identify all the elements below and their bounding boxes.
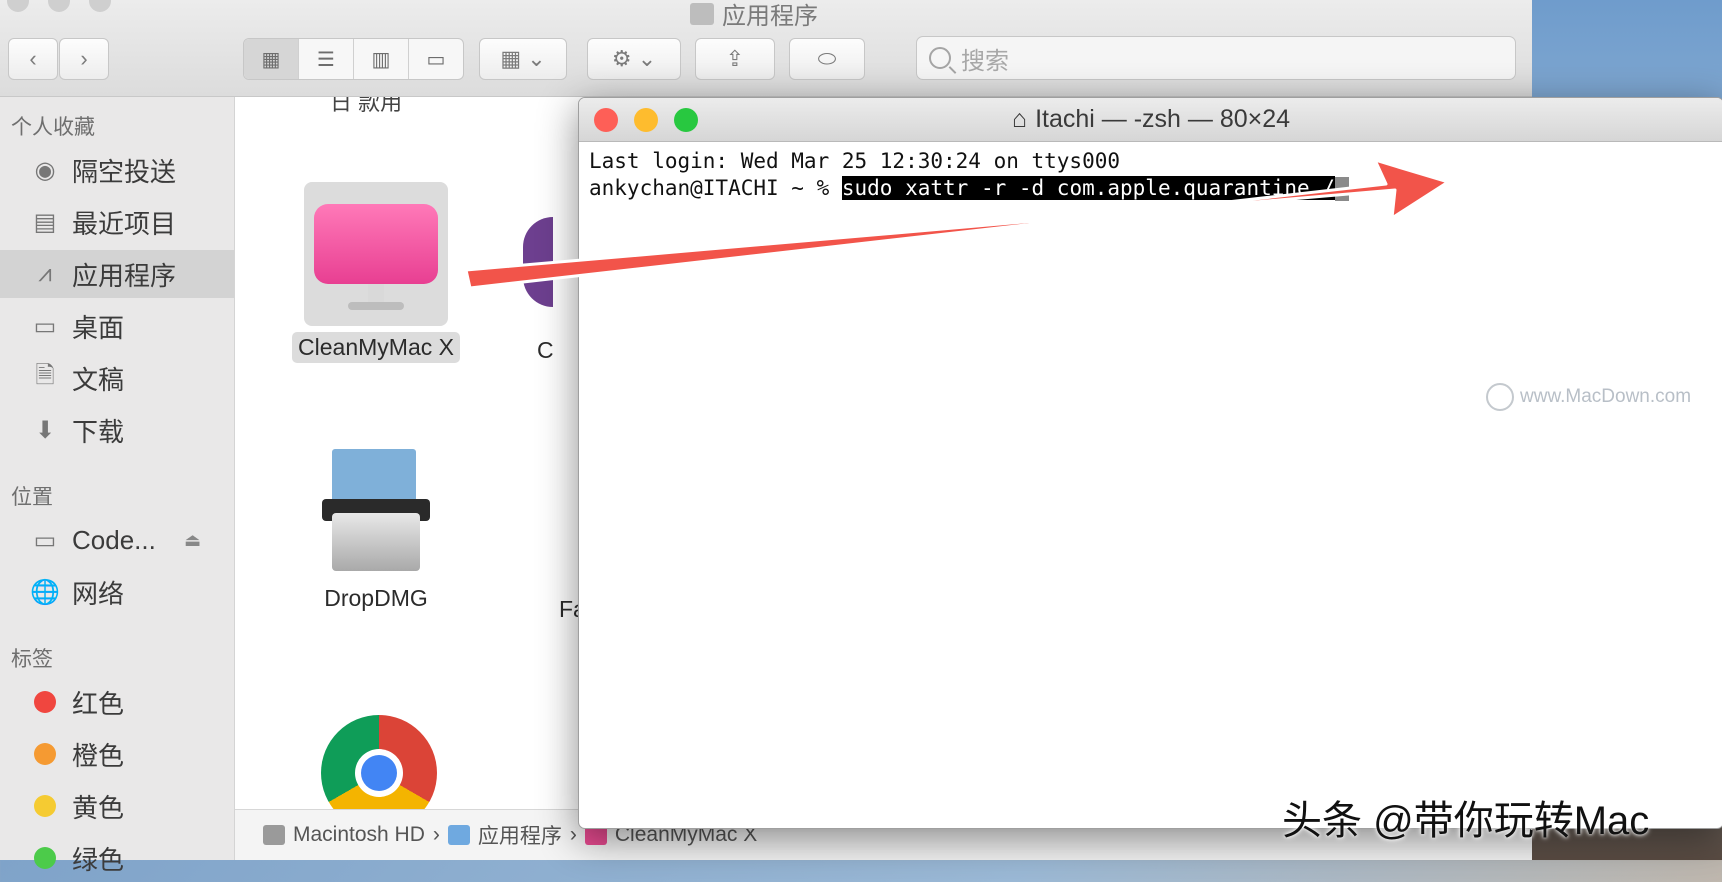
author-credit: 头条 @带你玩转Mac: [1282, 799, 1650, 843]
arrow-shape: [464, 158, 1450, 290]
red-arrow-annotation: [464, 158, 1450, 290]
